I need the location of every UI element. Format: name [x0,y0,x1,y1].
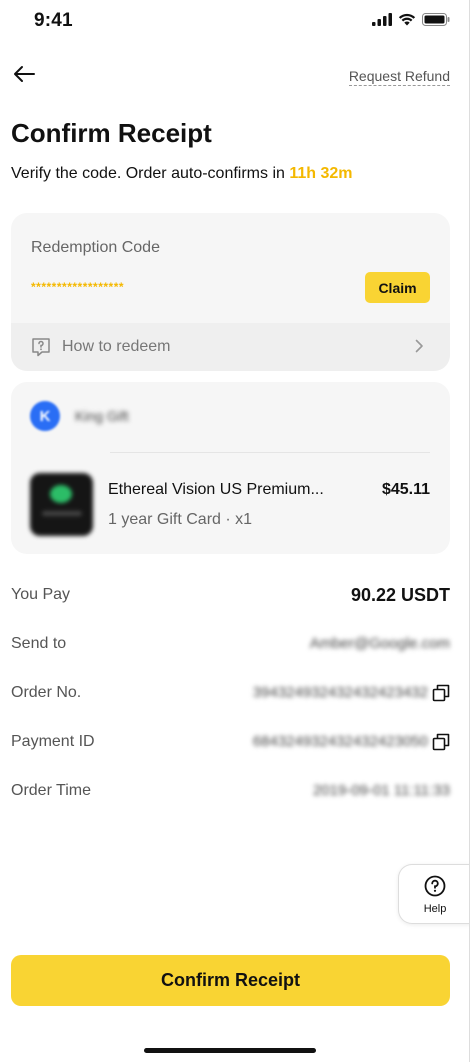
order-no-value: 394324932432432423432 [252,684,428,701]
how-to-redeem-row[interactable]: How to redeem [11,323,450,371]
order-time-value: 2019-09-01 11:11:33 [312,782,450,799]
help-button[interactable]: Help [398,864,470,924]
you-pay-label: You Pay [11,586,71,603]
cellular-signal-icon [372,13,392,31]
send-to-value: Amber@Google.com [309,635,450,652]
home-indicator [144,1048,316,1053]
send-to-label: Send to [11,635,67,652]
product-thumbnail [30,473,93,536]
auto-confirm-text: Verify the code. Order auto-confirms in [11,165,290,182]
detail-row-you-pay: You Pay 90.22 USDT [11,582,450,631]
top-nav: Request Refund [0,58,470,94]
payment-id-value: 684324932432432423050 [252,733,428,750]
product-price: $45.11 [381,481,430,498]
countdown-timer: 11h 32m [289,165,353,182]
back-button[interactable] [10,62,38,90]
back-arrow-icon [13,65,35,88]
claim-button[interactable]: Claim [365,272,430,303]
wifi-icon [398,13,416,31]
detail-row-order-time: Order Time 2019-09-01 11:11:33 [11,778,450,827]
store-logo: K [30,401,60,431]
status-bar: 9:41 [0,0,470,44]
redemption-code-label: Redemption Code [31,239,160,256]
copy-icon[interactable] [432,733,450,751]
order-time-label: Order Time [11,782,92,799]
auto-confirm-notice: Verify the code. Order auto-confirms in … [11,165,353,183]
page-title: Confirm Receipt [11,118,212,148]
product-subtitle: 1 year Gift Card · x1 [108,511,253,528]
help-label: Help [423,903,447,915]
copy-icon[interactable] [432,684,450,702]
chevron-right-icon [415,339,424,358]
status-time: 9:41 [34,10,73,31]
you-pay-value: 90.22 USDT [350,585,450,605]
confirm-receipt-button[interactable]: Confirm Receipt [11,955,450,1006]
product-name: Ethereal Vision US Premium... [108,481,324,498]
detail-row-order-no: Order No. 394324932432432423432 [11,680,450,729]
order-details: You Pay 90.22 USDT Send to Amber@Google.… [11,582,450,827]
store-name: King Gift [75,408,129,424]
how-to-redeem-label: How to redeem [62,338,171,355]
product-card: K King Gift Ethereal Vision US Premium..… [11,382,450,554]
request-refund-link[interactable]: Request Refund [348,68,450,86]
battery-icon [422,13,450,31]
question-circle-icon [424,875,446,902]
redemption-code-value: ****************** [31,280,125,294]
detail-row-send-to: Send to Amber@Google.com [11,631,450,680]
divider [110,452,430,453]
redemption-code-card: Redemption Code ****************** Claim… [11,213,450,371]
payment-id-label: Payment ID [11,733,95,750]
status-icons [372,13,450,31]
detail-row-payment-id: Payment ID 684324932432432423050 [11,729,450,778]
help-message-icon [31,337,51,362]
order-no-label: Order No. [11,684,82,701]
